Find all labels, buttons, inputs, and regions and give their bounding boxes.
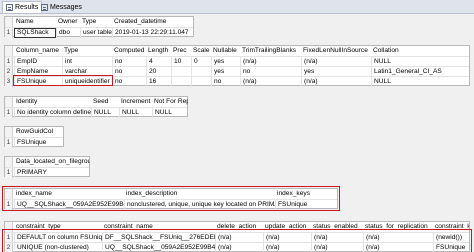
column-header[interactable]: index_keys <box>275 189 337 199</box>
table-cell[interactable]: (n/a) <box>301 77 371 87</box>
column-header[interactable]: update_action <box>263 222 311 232</box>
row-number: 1 <box>5 108 13 118</box>
table-row[interactable]: 1 EmpID int no 4 10 0 yes (n/a) (n/a) NU… <box>5 56 469 67</box>
row-number: 1 <box>5 28 13 38</box>
table-row[interactable]: 1 SQLShack dbo user table 2019-01-13 22:… <box>5 27 194 38</box>
table-cell[interactable]: FSUnique <box>275 200 337 210</box>
result-grid-identity[interactable]: Identity Seed Increment Not For Replicat… <box>4 96 188 118</box>
table-cell[interactable]: no <box>112 77 146 87</box>
column-header[interactable]: Type <box>80 17 112 27</box>
table-row[interactable]: 3 FSUnique uniqueidentifier no 16 no (n/… <box>5 76 469 87</box>
column-header[interactable]: status_enabled <box>311 222 363 232</box>
table-row[interactable]: 1 DEFAULT on column FSUnique DF__SQLShac… <box>5 232 469 243</box>
results-pane[interactable]: Name Owner Type Created_datetime 1 SQLSh… <box>0 14 474 252</box>
table-cell[interactable]: (n/a) <box>240 77 301 87</box>
result-grid-constraints[interactable]: constraint_type constraint_name delete_a… <box>4 221 470 252</box>
table-row[interactable]: 1 UQ__SQLShack__059A2E952E99B45B nonclus… <box>5 199 337 210</box>
table-cell[interactable]: NULL <box>152 108 188 118</box>
table-cell[interactable] <box>171 77 191 87</box>
result-grid-columns[interactable]: Column_name Type Computed Length Prec Sc… <box>4 45 470 87</box>
row-number: 1 <box>5 168 13 178</box>
table-row[interactable]: 2 UNIQUE (non-clustered) UQ__SQLShack__0… <box>5 242 469 252</box>
column-header[interactable]: RowGuidCol <box>14 127 64 137</box>
column-header[interactable]: Computed <box>112 46 146 56</box>
column-header[interactable]: Scale <box>191 46 211 56</box>
grid-header-row: Column_name Type Computed Length Prec Sc… <box>5 46 469 56</box>
messages-icon <box>41 3 48 11</box>
result-grid-rowguidcol[interactable]: RowGuidCol 1 FSUnique <box>4 126 64 148</box>
table-cell[interactable]: NULL <box>371 77 469 87</box>
table-cell[interactable]: dbo <box>56 28 80 38</box>
result-grid-indexes[interactable]: index_name index_description index_keys … <box>4 188 338 210</box>
column-header[interactable]: Prec <box>171 46 191 56</box>
column-header[interactable]: constraint_type <box>14 222 102 232</box>
table-cell[interactable]: (n/a) <box>311 243 363 252</box>
column-header[interactable]: constraint_keys <box>433 222 469 232</box>
table-row[interactable]: 1 FSUnique <box>5 137 64 148</box>
table-cell[interactable]: FSUnique <box>14 77 62 87</box>
column-header[interactable]: Nullable <box>211 46 240 56</box>
table-cell[interactable]: 2019-01-13 22:29:11.047 <box>112 28 194 38</box>
table-cell[interactable]: NULL <box>91 108 119 118</box>
column-header[interactable]: status_for_replication <box>363 222 433 232</box>
grid-header-row: index_name index_description index_keys <box>5 189 337 199</box>
table-cell[interactable]: PRIMARY <box>14 168 90 178</box>
table-cell[interactable]: No identity column defined. <box>14 108 91 118</box>
grid-header-row: Data_located_on_filegroup <box>5 157 90 167</box>
grid-header-row: constraint_type constraint_name delete_a… <box>5 222 469 232</box>
column-header[interactable]: Increment <box>119 97 152 107</box>
table-cell[interactable]: no <box>211 77 240 87</box>
tab-messages[interactable]: Messages <box>38 1 85 13</box>
column-header[interactable]: Name <box>14 17 56 27</box>
results-tab-bar: Results Messages <box>0 0 474 14</box>
table-cell[interactable]: (n/a) <box>215 243 263 252</box>
table-cell[interactable]: FSUnique <box>433 243 469 252</box>
tab-results[interactable]: Results <box>2 1 43 13</box>
table-cell[interactable]: SQLShack <box>14 28 56 38</box>
table-row[interactable]: 1 PRIMARY <box>5 167 90 178</box>
table-cell[interactable]: (n/a) <box>363 243 433 252</box>
result-grid-object-info[interactable]: Name Owner Type Created_datetime 1 SQLSh… <box>4 16 194 38</box>
grid-icon <box>6 4 13 11</box>
row-number: 1 <box>5 138 13 148</box>
table-cell[interactable]: UNIQUE (non-clustered) <box>14 243 102 252</box>
column-header[interactable]: Identity <box>14 97 91 107</box>
column-header[interactable]: Length <box>146 46 171 56</box>
table-cell[interactable] <box>191 77 211 87</box>
row-number: 1 <box>5 200 13 210</box>
table-row[interactable]: 2 EmpName varchar no 20 yes no yes Latin… <box>5 66 469 77</box>
row-number: 3 <box>5 77 13 87</box>
table-cell[interactable]: 16 <box>146 77 171 87</box>
table-cell[interactable]: UQ__SQLShack__059A2E952E99B45B <box>102 243 215 252</box>
column-header[interactable]: Type <box>62 46 112 56</box>
grid-header-row: RowGuidCol <box>5 127 63 137</box>
column-header[interactable]: constraint_name <box>102 222 215 232</box>
result-grid-filegroup[interactable]: Data_located_on_filegroup 1 PRIMARY <box>4 156 90 178</box>
column-header[interactable]: index_description <box>124 189 275 199</box>
column-header[interactable]: Column_name <box>14 46 62 56</box>
column-header[interactable]: Seed <box>91 97 119 107</box>
column-header[interactable]: delete_action <box>215 222 263 232</box>
column-header[interactable]: Created_datetime <box>112 17 194 27</box>
table-cell[interactable]: NULL <box>119 108 152 118</box>
grid-header-row: Identity Seed Increment Not For Replicat… <box>5 97 188 107</box>
grid-header-row: Name Owner Type Created_datetime <box>5 17 193 27</box>
table-cell[interactable]: (n/a) <box>263 243 311 252</box>
row-number: 2 <box>5 243 13 252</box>
table-row[interactable]: 1 No identity column defined. NULL NULL … <box>5 107 188 118</box>
column-header[interactable]: Owner <box>56 17 80 27</box>
table-cell[interactable]: user table <box>80 28 112 38</box>
table-cell[interactable]: FSUnique <box>14 138 64 148</box>
tab-results-label: Results <box>15 4 39 11</box>
table-cell[interactable]: uniqueidentifier <box>62 77 112 87</box>
column-header[interactable]: index_name <box>14 189 124 199</box>
table-cell[interactable]: nonclustered, unique, unique key located… <box>124 200 275 210</box>
column-header[interactable]: TrimTrailingBlanks <box>240 46 301 56</box>
column-header[interactable]: Not For Replication <box>152 97 188 107</box>
column-header[interactable]: Collation <box>371 46 469 56</box>
column-header[interactable]: FixedLenNullInSource <box>301 46 371 56</box>
table-cell[interactable]: UQ__SQLShack__059A2E952E99B45B <box>14 200 124 210</box>
tab-messages-label: Messages <box>50 3 82 11</box>
column-header[interactable]: Data_located_on_filegroup <box>14 157 90 167</box>
